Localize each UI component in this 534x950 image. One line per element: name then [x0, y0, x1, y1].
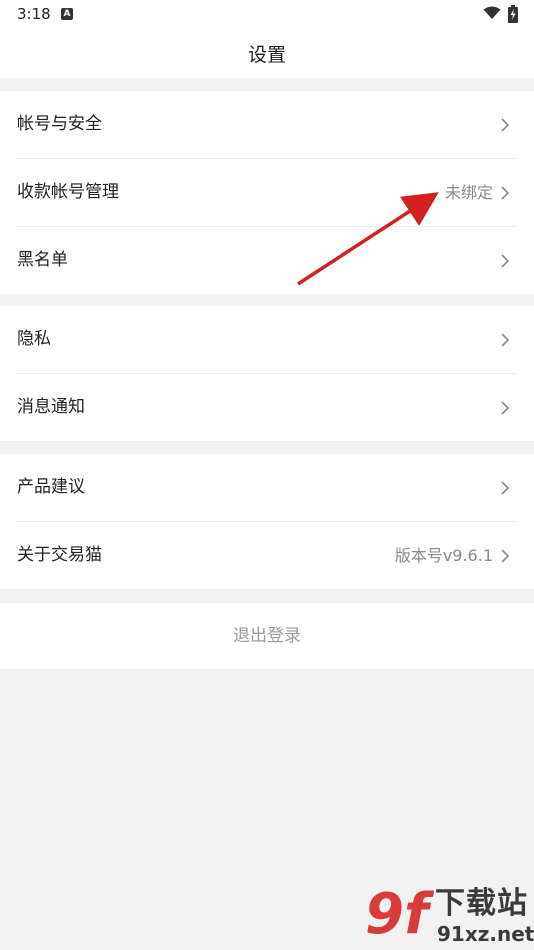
logout-button[interactable]: 退出登录: [0, 603, 534, 669]
settings-group-account: 帐号与安全 收款帐号管理 未绑定 黑名单: [0, 91, 534, 294]
chevron-right-icon: [501, 254, 510, 268]
chevron-right-icon: [501, 118, 510, 132]
battery-charging-icon: [508, 5, 518, 23]
watermark-logo: 9f 下载站 91xz.net: [365, 885, 534, 950]
page-header: 设置: [0, 28, 534, 78]
version-label: 版本号v9.6.1: [394, 546, 493, 565]
settings-item-payment-account[interactable]: 收款帐号管理 未绑定: [17, 159, 517, 227]
page-title: 设置: [247, 44, 286, 66]
settings-group-privacy: 隐私 消息通知: [0, 306, 534, 441]
settings-item-label: 关于交易猫: [17, 545, 102, 565]
notification-icon: A: [61, 8, 73, 20]
chevron-right-icon: [501, 333, 510, 347]
watermark-url: 91xz.net: [437, 922, 534, 946]
status-bar: 3:18 A: [0, 0, 534, 28]
watermark-title: 下载站: [435, 886, 528, 921]
settings-item-label: 黑名单: [17, 250, 68, 270]
settings-item-value: 未绑定: [444, 183, 493, 202]
settings-item-blacklist[interactable]: 黑名单: [17, 227, 517, 294]
chevron-right-icon: [501, 186, 510, 200]
settings-item-label: 帐号与安全: [17, 114, 102, 134]
settings-group-about: 产品建议 关于交易猫 版本号v9.6.1: [0, 454, 534, 589]
status-time: 3:18: [17, 5, 51, 23]
settings-item-account-security[interactable]: 帐号与安全: [17, 91, 517, 159]
settings-item-privacy[interactable]: 隐私: [17, 306, 517, 374]
settings-item-notifications[interactable]: 消息通知: [17, 374, 517, 441]
wifi-icon: [483, 6, 501, 19]
settings-item-label: 消息通知: [17, 397, 85, 417]
settings-item-label: 收款帐号管理: [17, 182, 119, 202]
chevron-right-icon: [501, 401, 510, 415]
settings-item-about[interactable]: 关于交易猫 版本号v9.6.1: [17, 522, 517, 589]
settings-item-feedback[interactable]: 产品建议: [17, 454, 517, 522]
settings-item-label: 隐私: [17, 329, 51, 349]
chevron-right-icon: [501, 549, 510, 563]
chevron-right-icon: [501, 481, 510, 495]
settings-item-label: 产品建议: [17, 477, 85, 497]
watermark-mark: 9f: [365, 882, 429, 947]
